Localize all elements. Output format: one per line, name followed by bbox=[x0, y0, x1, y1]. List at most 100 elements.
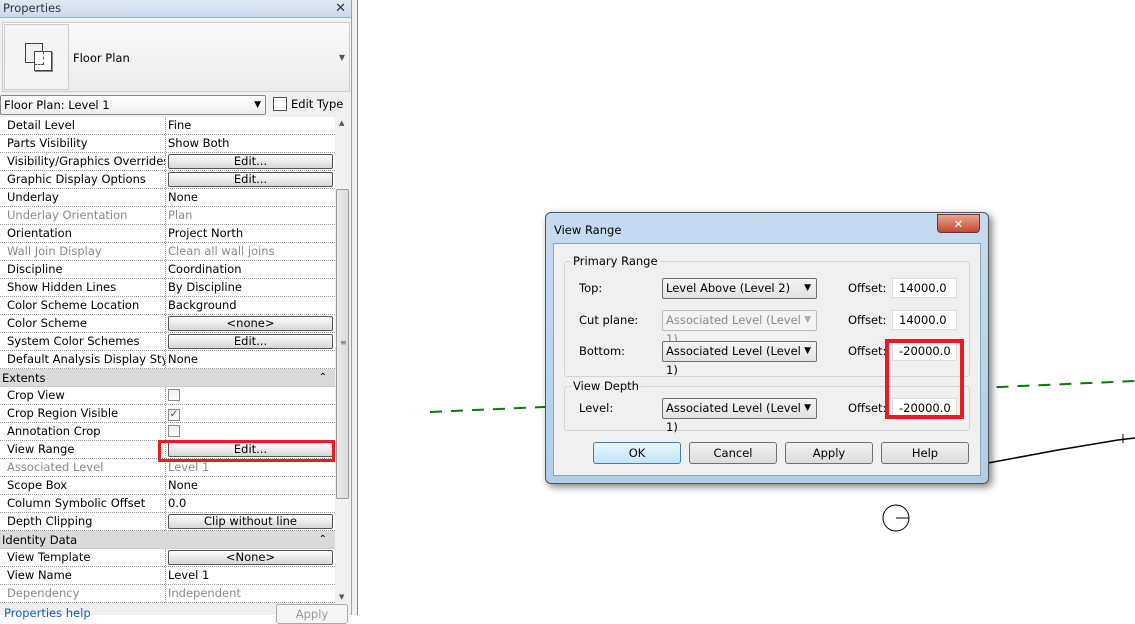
property-value: Edit... bbox=[166, 441, 335, 458]
property-checkbox[interactable] bbox=[168, 389, 180, 401]
scroll-up-icon[interactable]: ▲ bbox=[339, 119, 344, 127]
property-value bbox=[166, 423, 335, 440]
properties-scrollbar[interactable]: ▲ ≡ ▼ bbox=[335, 117, 350, 603]
property-value[interactable]: None bbox=[166, 351, 335, 368]
property-edit-button[interactable]: Edit... bbox=[168, 334, 333, 349]
property-value[interactable]: Show Both bbox=[166, 135, 335, 152]
properties-title: Properties bbox=[3, 1, 62, 15]
chevron-down-icon: ▼ bbox=[804, 315, 811, 325]
instance-selector[interactable]: Floor Plan: Level 1 ▼ bbox=[0, 95, 266, 115]
close-icon[interactable]: ✕ bbox=[937, 214, 980, 233]
property-edit-button[interactable]: <None> bbox=[168, 550, 333, 565]
top-offset-input[interactable]: 14000.0 bbox=[892, 278, 957, 298]
property-row: System Color Schemes Edit... bbox=[0, 333, 335, 351]
property-value: Clean all wall joins bbox=[168, 244, 275, 258]
property-row: Discipline Coordination bbox=[0, 261, 335, 279]
close-icon[interactable]: ✕ bbox=[335, 0, 346, 17]
property-value[interactable]: None bbox=[166, 189, 335, 206]
collapse-icon[interactable]: ⌃ bbox=[319, 531, 327, 549]
property-edit-button[interactable]: Edit... bbox=[168, 154, 333, 169]
chevron-down-icon: ▼ bbox=[804, 403, 811, 413]
apply-button[interactable]: Apply bbox=[785, 442, 873, 464]
property-value: Edit... bbox=[166, 153, 335, 170]
property-value[interactable]: Project North bbox=[166, 225, 335, 242]
property-value[interactable]: Fine bbox=[166, 117, 335, 134]
scroll-down-icon[interactable]: ▼ bbox=[339, 593, 344, 601]
scrollbar-thumb[interactable]: ≡ bbox=[336, 189, 349, 499]
group-header[interactable]: Extents ⌃ bbox=[0, 369, 335, 387]
property-row: Column Symbolic Offset 0.0 bbox=[0, 495, 335, 513]
depth-offset-label: Offset: bbox=[848, 401, 887, 415]
property-value[interactable]: 0.0 bbox=[166, 495, 335, 512]
property-name: Underlay bbox=[0, 189, 166, 206]
ok-button[interactable]: OK bbox=[593, 442, 681, 464]
primary-range-legend: Primary Range bbox=[573, 254, 658, 268]
collapse-icon[interactable]: ⌃ bbox=[319, 369, 327, 387]
property-value[interactable]: Coordination bbox=[166, 261, 335, 278]
property-edit-button[interactable]: Edit... bbox=[168, 442, 333, 457]
property-name: Scope Box bbox=[0, 477, 166, 494]
group-header[interactable]: Identity Data ⌃ bbox=[0, 531, 335, 549]
property-value: Edit... bbox=[166, 333, 335, 350]
property-row: Associated Level Level 1 bbox=[0, 459, 335, 477]
property-row: Color Scheme Location Background bbox=[0, 297, 335, 315]
property-row: Color Scheme <none> bbox=[0, 315, 335, 333]
bottom-level-select[interactable]: Associated Level (Level 1) ▼ bbox=[662, 341, 817, 377]
top-label: Top: bbox=[579, 281, 603, 295]
property-row: Wall Join Display Clean all wall joins bbox=[0, 243, 335, 261]
property-row: Underlay Orientation Plan bbox=[0, 207, 335, 225]
property-edit-button[interactable]: Edit... bbox=[168, 172, 333, 187]
property-row: Dependency Independent bbox=[0, 585, 335, 603]
property-name: Detail Level bbox=[0, 117, 166, 134]
property-name: System Color Schemes bbox=[0, 333, 166, 350]
properties-help-link[interactable]: Properties help bbox=[4, 606, 91, 620]
property-value: Plan bbox=[168, 208, 193, 222]
depth-level-select[interactable]: Associated Level (Level 1) ▼ bbox=[662, 398, 817, 434]
properties-apply-button[interactable]: Apply bbox=[276, 604, 348, 624]
property-row: View Name Level 1 bbox=[0, 567, 335, 585]
property-value bbox=[166, 387, 335, 404]
group-name: Extents bbox=[2, 371, 46, 385]
property-value: Independent bbox=[168, 586, 241, 600]
property-name: Wall Join Display bbox=[0, 243, 166, 260]
section-line bbox=[987, 437, 1135, 464]
property-value[interactable]: Level 1 bbox=[166, 567, 335, 584]
property-value[interactable]: None bbox=[166, 477, 335, 494]
depth-offset-input[interactable]: -20000.0 bbox=[892, 398, 957, 418]
chevron-down-icon[interactable]: ▼ bbox=[339, 53, 345, 62]
property-name: Visibility/Graphics Overrides bbox=[0, 153, 166, 170]
property-value: Clip without line bbox=[166, 513, 335, 530]
property-value[interactable]: Background bbox=[166, 297, 335, 314]
chevron-down-icon: ▼ bbox=[804, 346, 811, 356]
cancel-button[interactable]: Cancel bbox=[689, 442, 777, 464]
property-name: View Name bbox=[0, 567, 166, 584]
property-name: Depth Clipping bbox=[0, 513, 166, 530]
edit-type-button[interactable]: Edit Type bbox=[273, 95, 343, 115]
top-offset-label: Offset: bbox=[848, 281, 887, 295]
type-name: Floor Plan bbox=[73, 51, 130, 65]
top-level-select[interactable]: Level Above (Level 2) ▼ bbox=[662, 278, 817, 299]
property-edit-button[interactable]: Clip without line bbox=[168, 514, 333, 529]
property-name: Color Scheme Location bbox=[0, 297, 166, 314]
property-name: Dependency bbox=[0, 585, 166, 602]
property-row: Crop Region Visible ✓ bbox=[0, 405, 335, 423]
property-checkbox[interactable]: ✓ bbox=[168, 409, 180, 421]
property-name: Discipline bbox=[0, 261, 166, 278]
property-row: View Range Edit... bbox=[0, 441, 335, 459]
property-name: Underlay Orientation bbox=[0, 207, 166, 224]
property-name: Associated Level bbox=[0, 459, 166, 476]
property-row: Orientation Project North bbox=[0, 225, 335, 243]
property-row: Scope Box None bbox=[0, 477, 335, 495]
property-checkbox[interactable] bbox=[168, 425, 180, 437]
properties-grid: Detail Level Fine Parts Visibility Show Bot… bbox=[0, 117, 335, 603]
bottom-offset-input[interactable]: -20000.0 bbox=[892, 341, 957, 361]
property-edit-button[interactable]: <none> bbox=[168, 316, 333, 331]
property-row: Default Analysis Display Style None bbox=[0, 351, 335, 369]
type-selector[interactable]: Floor Plan ▼ bbox=[2, 22, 350, 92]
help-button[interactable]: Help bbox=[881, 442, 969, 464]
property-value[interactable]: By Discipline bbox=[166, 279, 335, 296]
floor-plan-icon bbox=[4, 24, 69, 90]
cut-plane-offset-input[interactable]: 14000.0 bbox=[892, 310, 957, 330]
chevron-down-icon: ▼ bbox=[804, 283, 811, 293]
property-value: Edit... bbox=[166, 171, 335, 188]
